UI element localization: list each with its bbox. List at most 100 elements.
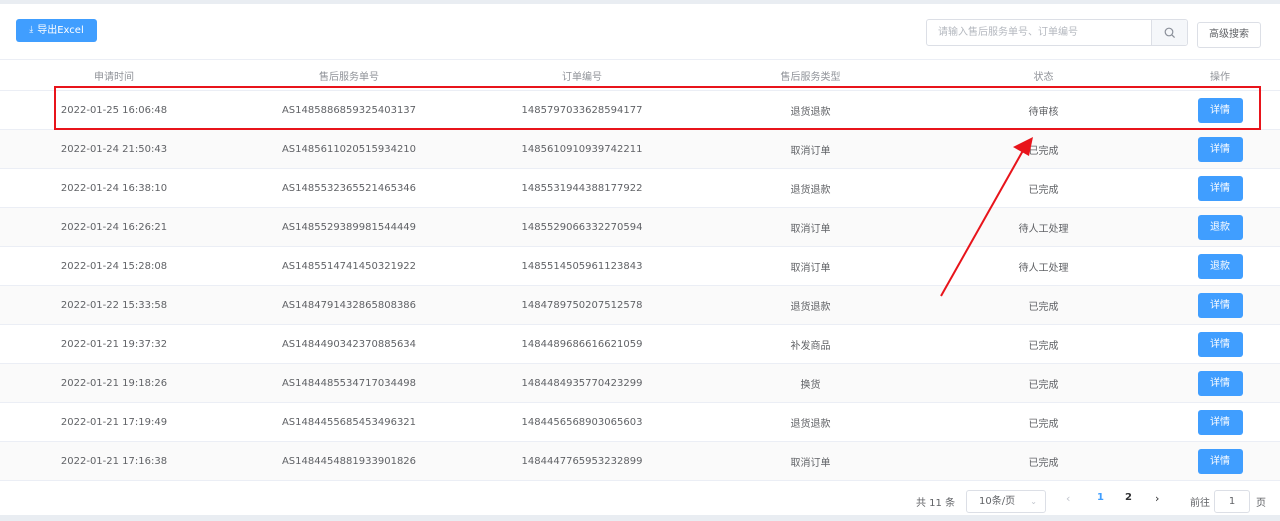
toolbar: ⤓ 导出Excel 高级搜索 (0, 4, 1280, 60)
cell-action: 详情 (1160, 292, 1280, 318)
table-row: 2022-01-25 16:06:48 AS1485886859325403137… (0, 91, 1280, 130)
cell-action: 详情 (1160, 136, 1280, 162)
next-page-icon[interactable]: › (1155, 492, 1159, 505)
cell-service-no: AS1485529389981544449 (281, 221, 417, 233)
details-button[interactable]: 详情 (1197, 292, 1243, 318)
cell-status: 待人工处理 (1018, 223, 1069, 235)
cell-service-no: AS1484454881933901826 (281, 455, 417, 467)
cell-service-no: AS1485886859325403137 (281, 104, 417, 116)
cell-service-no: AS1484490342370885634 (281, 338, 417, 350)
cell-order-no: 1485797033628594177 (521, 104, 643, 116)
cell-status: 待人工处理 (1018, 262, 1069, 274)
cell-order-no: 1484484935770423299 (521, 377, 643, 389)
export-excel-button[interactable]: ⤓ 导出Excel (16, 19, 97, 42)
cell-action: 详情 (1160, 448, 1280, 474)
cell-service-type: 退货退款 (790, 184, 831, 196)
details-button[interactable]: 详情 (1197, 331, 1243, 357)
cell-action: 详情 (1160, 370, 1280, 396)
details-button[interactable]: 详情 (1197, 97, 1243, 123)
cell-action: 详情 (1160, 97, 1280, 123)
cell-order-no: 1485529066332270594 (521, 221, 643, 233)
cell-service-no: AS1485514741450321922 (281, 260, 417, 272)
cell-service-type: 取消订单 (790, 145, 831, 157)
cell-action: 退款 (1160, 214, 1280, 240)
table-body: 2022-01-25 16:06:48 AS1485886859325403137… (0, 91, 1280, 481)
goto-unit: 页 (1256, 498, 1266, 509)
cell-service-no: AS1484455685453496321 (281, 416, 417, 428)
details-button[interactable]: 详情 (1197, 175, 1243, 201)
download-icon: ⤓ (29, 25, 34, 35)
cell-action: 详情 (1160, 175, 1280, 201)
cell-apply-time: 2022-01-21 17:19:49 (60, 416, 168, 428)
cell-apply-time: 2022-01-22 15:33:58 (60, 299, 168, 311)
table-header: 申请时间 售后服务单号 订单编号 售后服务类型 状态 操作 (0, 59, 1280, 91)
after-sales-table: 申请时间 售后服务单号 订单编号 售后服务类型 状态 操作 2022-01-25… (0, 59, 1280, 481)
table-row: 2022-01-21 19:18:26 AS1484485534717034498… (0, 364, 1280, 403)
cell-order-no: 1484489686616621059 (521, 338, 643, 350)
cell-apply-time: 2022-01-21 19:18:26 (60, 377, 168, 389)
table-row: 2022-01-22 15:33:58 AS1484791432865808386… (0, 286, 1280, 325)
cell-service-no: AS1485532365521465346 (281, 182, 417, 194)
page-2[interactable]: 2 (1125, 492, 1132, 503)
cell-service-type: 补发商品 (790, 340, 831, 352)
advanced-search-button[interactable]: 高级搜索 (1197, 22, 1261, 48)
cell-order-no: 1485531944388177922 (521, 182, 643, 194)
cell-action: 详情 (1160, 409, 1280, 435)
table-row: 2022-01-21 17:19:49 AS1484455685453496321… (0, 403, 1280, 442)
cell-apply-time: 2022-01-24 21:50:43 (60, 143, 168, 155)
cell-apply-time: 2022-01-24 15:28:08 (60, 260, 168, 272)
goto-page-input[interactable] (1214, 490, 1250, 513)
export-excel-label: 导出Excel (37, 25, 84, 36)
header-apply-time: 申请时间 (94, 71, 134, 83)
cell-status: 已完成 (1028, 418, 1059, 430)
cell-order-no: 1484447765953232899 (521, 455, 643, 467)
cell-order-no: 1484789750207512578 (521, 299, 643, 311)
search-icon (1164, 27, 1175, 38)
cell-order-no: 1485514505961123843 (521, 260, 643, 272)
cell-action: 详情 (1160, 331, 1280, 357)
cell-service-type: 取消订单 (790, 457, 831, 469)
header-order-no: 订单编号 (562, 71, 602, 83)
cell-service-type: 取消订单 (790, 262, 831, 274)
details-button[interactable]: 详情 (1197, 448, 1243, 474)
details-button[interactable]: 详情 (1197, 409, 1243, 435)
search-input[interactable] (927, 20, 1153, 45)
table-row: 2022-01-21 19:37:32 AS1484490342370885634… (0, 325, 1280, 364)
goto-label: 前往 (1190, 498, 1210, 509)
cell-apply-time: 2022-01-24 16:38:10 (60, 182, 168, 194)
cell-apply-time: 2022-01-21 17:16:38 (60, 455, 168, 467)
refund-button[interactable]: 退款 (1197, 214, 1243, 240)
table-row: 2022-01-21 17:16:38 AS1484454881933901826… (0, 442, 1280, 481)
chevron-down-icon: ⌄ (1030, 497, 1037, 506)
search-box (926, 19, 1188, 46)
cell-order-no: 1484456568903065603 (521, 416, 643, 428)
main-panel: ⤓ 导出Excel 高级搜索 申请时间 售后服务单号 订单编号 售后服务类型 状… (0, 4, 1280, 515)
details-button[interactable]: 详情 (1197, 370, 1243, 396)
table-row: 2022-01-24 16:38:10 AS1485532365521465346… (0, 169, 1280, 208)
page-size-value: 10条/页 (979, 496, 1016, 507)
details-button[interactable]: 详情 (1197, 136, 1243, 162)
header-service-no: 售后服务单号 (319, 71, 379, 83)
cell-status: 已完成 (1028, 457, 1059, 469)
page-1[interactable]: 1 (1097, 492, 1104, 503)
cell-apply-time: 2022-01-21 19:37:32 (60, 338, 168, 350)
refund-button[interactable]: 退款 (1197, 253, 1243, 279)
header-action: 操作 (1210, 71, 1230, 83)
cell-status: 待审核 (1028, 106, 1059, 118)
cell-status: 已完成 (1028, 340, 1059, 352)
cell-action: 退款 (1160, 253, 1280, 279)
header-service-type: 售后服务类型 (780, 71, 841, 83)
cell-apply-time: 2022-01-25 16:06:48 (60, 104, 168, 116)
cell-service-no: AS1484485534717034498 (281, 377, 417, 389)
cell-service-type: 退货退款 (790, 418, 831, 430)
cell-order-no: 1485610910939742211 (521, 143, 643, 155)
cell-apply-time: 2022-01-24 16:26:21 (60, 221, 168, 233)
cell-status: 已完成 (1028, 145, 1059, 157)
prev-page-icon[interactable]: ‹ (1066, 492, 1070, 505)
total-count: 共 11 条 (916, 498, 956, 509)
cell-status: 已完成 (1028, 184, 1059, 196)
page-size-select[interactable]: 10条/页 ⌄ (966, 490, 1046, 513)
cell-service-type: 换货 (800, 379, 821, 391)
search-button[interactable] (1151, 20, 1187, 45)
table-row: 2022-01-24 21:50:43 AS1485611020515934210… (0, 130, 1280, 169)
